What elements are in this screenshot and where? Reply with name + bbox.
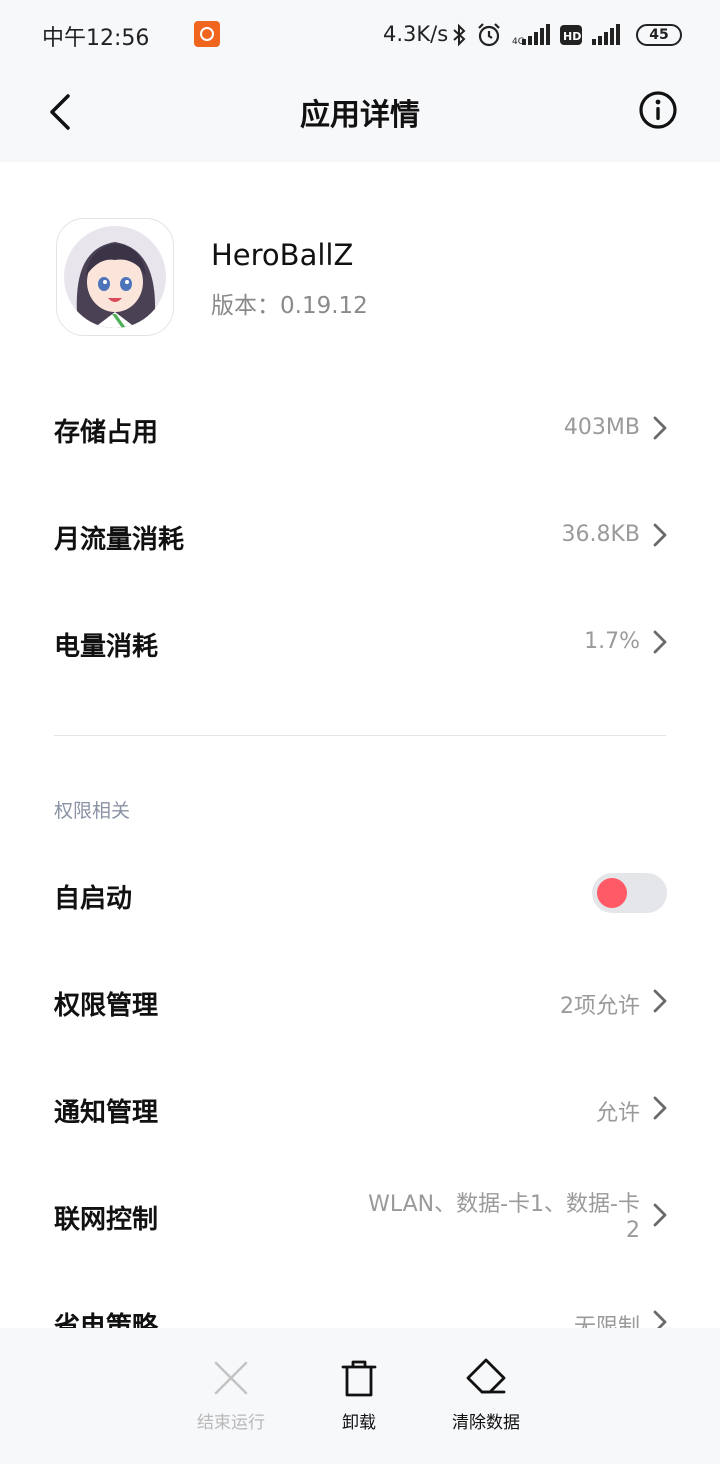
row-value: 2项允许 (560, 994, 640, 1019)
row-label: 电量消耗 (54, 632, 159, 662)
close-icon (214, 1361, 248, 1395)
app-avatar-icon (64, 226, 166, 328)
network-speed: 4.3K/s (383, 22, 449, 46)
network-control-row[interactable]: 联网控制 WLAN、数据-卡1、数据-卡 2 (0, 1167, 720, 1263)
toggle-knob (597, 878, 627, 908)
app-notification-icon (194, 21, 220, 47)
hd-icon: HD (560, 25, 582, 45)
app-icon (64, 226, 166, 328)
data-usage-row[interactable]: 月流量消耗 36.8KB (0, 487, 720, 583)
bluetooth-icon (453, 23, 466, 47)
action-label: 清除数据 (452, 1413, 520, 1433)
notification-management-row[interactable]: 通知管理 允许 (0, 1060, 720, 1156)
page-title: 应用详情 (300, 98, 420, 133)
chevron-right-icon (653, 1096, 667, 1120)
battery-usage-row[interactable]: 电量消耗 1.7% (0, 594, 720, 690)
clear-data-button[interactable]: 清除数据 (426, 1328, 546, 1464)
chevron-right-icon (653, 416, 667, 440)
row-value: 1.7% (584, 629, 640, 654)
autostart-toggle[interactable] (592, 873, 667, 913)
action-label: 卸载 (342, 1413, 376, 1433)
row-label: 自启动 (54, 884, 133, 914)
divider (54, 735, 666, 736)
chevron-right-icon (653, 630, 667, 654)
row-label: 联网控制 (54, 1205, 159, 1235)
storage-row[interactable]: 存储占用 403MB (0, 380, 720, 476)
app-version: 版本：0.19.12 (211, 293, 368, 319)
row-label: 存储占用 (54, 418, 159, 448)
row-label: 权限管理 (54, 991, 159, 1021)
force-stop-button[interactable]: 结束运行 (171, 1328, 291, 1464)
status-time: 中午12:56 (42, 26, 150, 51)
row-label: 月流量消耗 (54, 525, 185, 555)
row-value: 允许 (595, 1101, 640, 1126)
row-label: 通知管理 (54, 1098, 159, 1128)
uninstall-button[interactable]: 卸载 (299, 1328, 419, 1464)
status-bar: 中午12:56 4.3K/s 4G HD 45 (0, 0, 720, 70)
section-title: 权限相关 (54, 800, 131, 822)
info-icon (639, 91, 677, 129)
action-label: 结束运行 (197, 1413, 265, 1433)
trash-icon (341, 1360, 377, 1397)
app-name: HeroBallZ (211, 238, 354, 272)
signal-icon (592, 24, 620, 45)
svg-text:4G: 4G (512, 37, 525, 46)
battery-indicator: 45 (636, 24, 682, 46)
app-icon-frame (56, 218, 174, 336)
signal-icon: 4G (512, 24, 550, 46)
eraser-icon (466, 1358, 506, 1394)
row-value-line1: WLAN、数据-卡1、数据-卡 (368, 1192, 640, 1217)
permission-management-row[interactable]: 权限管理 2项允许 (0, 953, 720, 1049)
bottom-action-bar: 结束运行 卸载 清除数据 (0, 1328, 720, 1464)
row-value-line2: 2 (626, 1218, 640, 1243)
svg-text:HD: HD (563, 30, 581, 43)
app-bar: 应用详情 (0, 70, 720, 162)
row-value: 36.8KB (561, 522, 640, 547)
status-icons: 4G HD (452, 20, 622, 50)
chevron-right-icon (653, 523, 667, 547)
alarm-icon (478, 23, 500, 47)
chevron-right-icon (653, 1203, 667, 1227)
row-value: 403MB (563, 415, 640, 440)
chevron-right-icon (653, 989, 667, 1013)
info-button[interactable] (636, 88, 680, 132)
